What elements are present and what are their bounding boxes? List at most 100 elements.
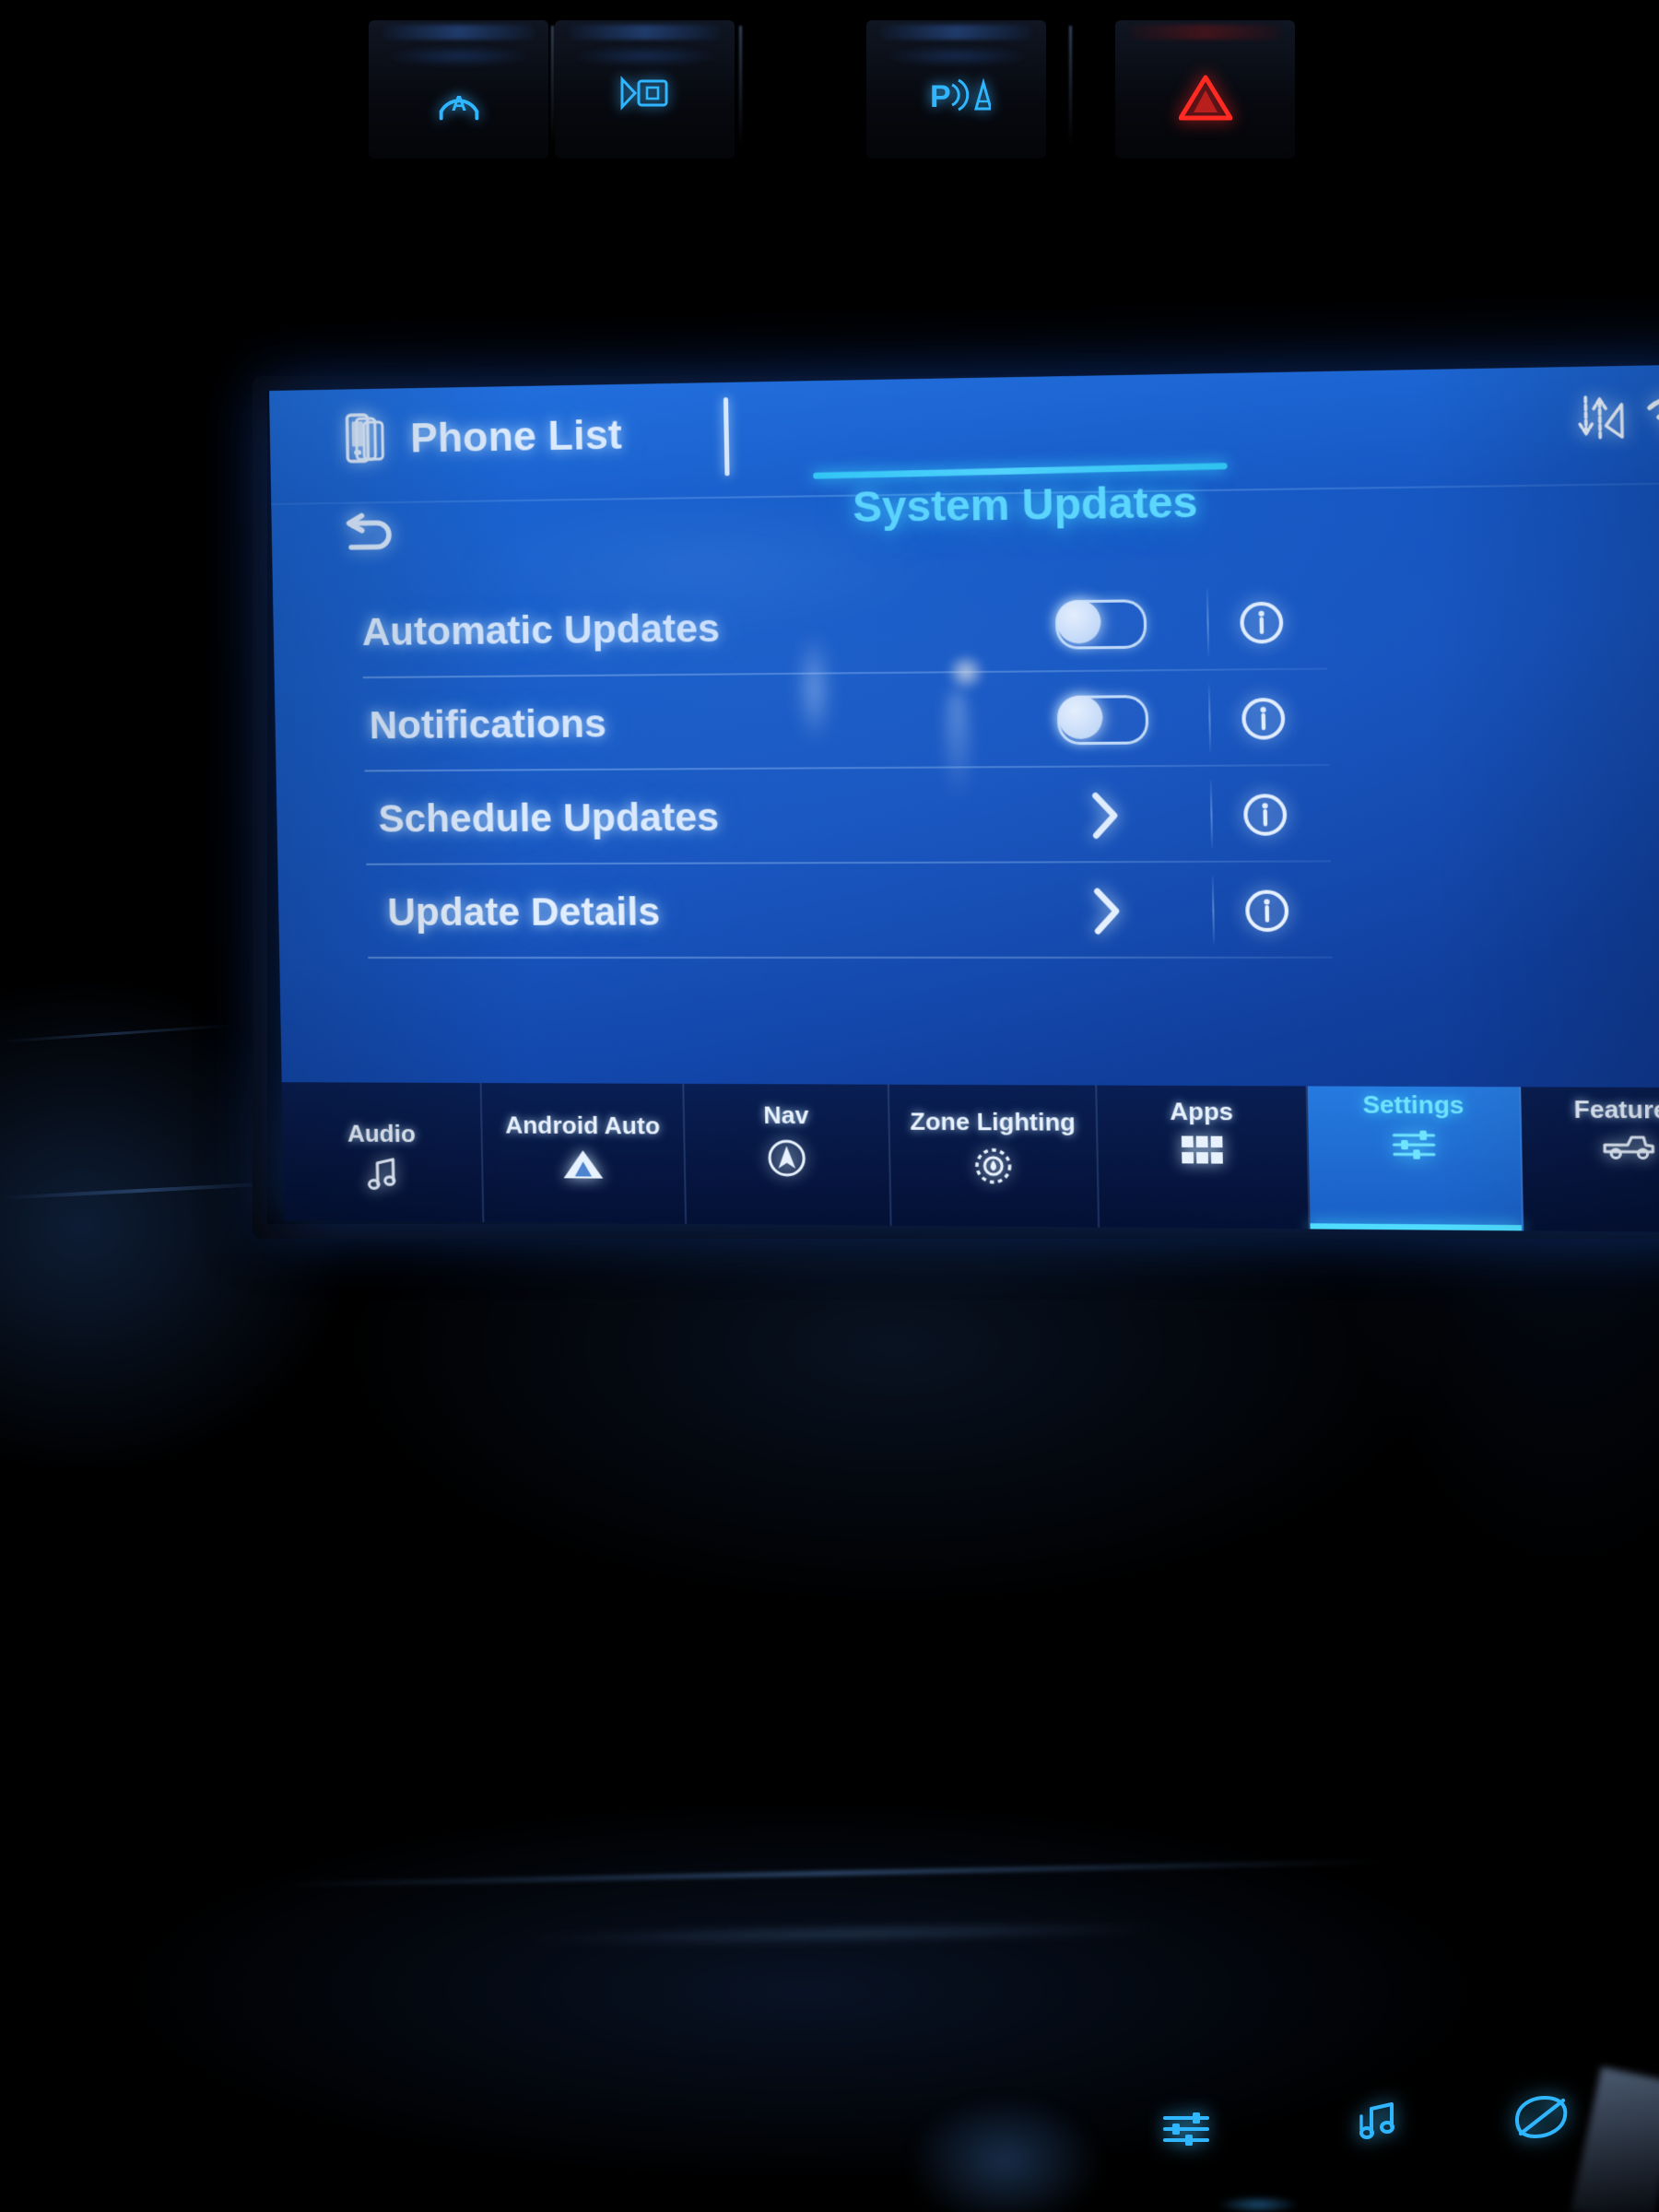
console-lower-glow — [1217, 2195, 1300, 2212]
list-item-schedule-updates[interactable]: Schedule Updates — [365, 766, 1331, 865]
toggle-track — [1056, 694, 1149, 745]
dash-trim-highlight — [0, 1182, 276, 1200]
page-title: System Updates — [852, 477, 1199, 532]
button-backlight — [880, 25, 1032, 40]
wifi-icon — [1645, 394, 1659, 439]
hazard-triangle-icon — [1178, 75, 1232, 121]
list-item-label: Update Details — [387, 888, 661, 934]
console-trim-bloom — [515, 1920, 1181, 1947]
update-details-info-button[interactable] — [1230, 887, 1305, 935]
button-backlight — [1129, 25, 1281, 40]
svg-text:P: P — [930, 79, 951, 114]
button-label-glow — [386, 46, 531, 66]
hazard-lights-button[interactable] — [1115, 20, 1295, 159]
tab-nav[interactable]: Nav — [684, 1083, 892, 1226]
list-item-label: Schedule Updates — [378, 794, 720, 841]
tab-settings[interactable]: Settings — [1307, 1086, 1524, 1231]
status-icons — [1575, 390, 1659, 444]
dash-button-strip: A P — [313, 20, 1336, 168]
apps-grid-icon — [1181, 1135, 1223, 1164]
android-auto-icon — [563, 1150, 604, 1179]
list-item-label: Notifications — [369, 700, 607, 747]
button-backlight — [569, 25, 721, 40]
navigation-icon — [766, 1137, 808, 1179]
tab-apps[interactable]: Apps — [1097, 1085, 1311, 1230]
column-divider — [1206, 588, 1210, 657]
toggle-track — [1054, 598, 1147, 650]
automatic-updates-info-button[interactable] — [1224, 598, 1300, 646]
button-divider — [551, 26, 554, 146]
header-title: Phone List — [409, 412, 623, 462]
park-assist-icon: P — [930, 77, 991, 114]
tab-audio[interactable]: Audio — [281, 1082, 485, 1223]
camera-360-icon — [620, 76, 667, 111]
media-source-button[interactable] — [1355, 2098, 1410, 2150]
data-transfer-icon — [1575, 391, 1626, 443]
toggle-knob — [1055, 599, 1101, 643]
header-app-shortcut[interactable]: Phone List — [343, 408, 622, 466]
camera-view-button[interactable] — [555, 20, 735, 159]
mute-button[interactable] — [1512, 2092, 1571, 2147]
cellular-signal-icon — [1606, 405, 1622, 438]
chevron-right-icon — [1088, 885, 1124, 936]
schedule-updates-open[interactable] — [1051, 789, 1159, 841]
bottom-tab-bar: Audio Android Auto Nav Zone Lighting App… — [281, 1082, 1659, 1233]
automatic-updates-toggle[interactable] — [1047, 598, 1155, 650]
list-item-automatic-updates[interactable]: Automatic Updates — [361, 573, 1327, 679]
music-note-icon — [363, 1156, 401, 1193]
tab-label: Android Auto — [504, 1111, 661, 1140]
dash-trim-highlight-2 — [0, 1024, 230, 1043]
zone-lighting-icon — [971, 1144, 1016, 1187]
equalizer-button[interactable] — [1161, 2109, 1215, 2154]
info-icon — [1239, 694, 1288, 742]
chevron-right-icon — [1087, 790, 1123, 841]
park-assist-button[interactable]: P — [866, 20, 1046, 159]
infotainment-head-unit: Phone List System Updates Automatic Upda… — [253, 364, 1659, 1239]
tab-label: Zone Lighting — [910, 1107, 1077, 1136]
music-note-icon — [1359, 2102, 1394, 2139]
notifications-info-button[interactable] — [1226, 694, 1301, 742]
infotainment-screen: Phone List System Updates Automatic Upda… — [269, 364, 1659, 1233]
sliders-icon — [1163, 2112, 1209, 2146]
tab-label: Settings — [1362, 1089, 1465, 1120]
tab-label: Apps — [1169, 1097, 1234, 1126]
auto-start-stop-button[interactable]: A — [369, 20, 548, 159]
back-arrow-icon — [339, 510, 397, 560]
info-icon — [1237, 598, 1287, 646]
column-divider — [1211, 876, 1216, 945]
console-knob-glow — [903, 2092, 1106, 2212]
tab-label: Features — [1573, 1094, 1659, 1124]
tab-features[interactable]: Features — [1521, 1087, 1659, 1232]
tab-label: Audio — [347, 1119, 417, 1148]
list-item-update-details[interactable]: Update Details — [366, 862, 1333, 959]
car-interior-photo: A P Phone List System Updates Automatic … — [0, 0, 1659, 2212]
pickup-truck-icon — [1602, 1133, 1656, 1162]
row-divider — [368, 956, 1333, 959]
phone-stack-icon — [343, 413, 386, 467]
svg-text:A: A — [451, 91, 466, 115]
schedule-updates-info-button[interactable] — [1228, 791, 1303, 839]
sliders-icon — [1391, 1127, 1437, 1162]
info-icon — [1241, 791, 1290, 839]
notifications-toggle[interactable] — [1049, 694, 1157, 745]
list-item-label: Automatic Updates — [361, 606, 721, 653]
column-divider — [1209, 780, 1214, 849]
settings-list: Automatic Updates Notifications Schedule… — [361, 573, 1333, 959]
button-label-glow — [572, 46, 717, 66]
auto-start-stop-icon: A — [439, 91, 478, 121]
toggle-knob — [1057, 694, 1103, 739]
console-trim-highlight — [276, 1859, 1382, 1888]
back-button[interactable] — [326, 498, 411, 572]
column-divider — [1207, 684, 1212, 753]
tab-zone-lighting[interactable]: Zone Lighting — [888, 1084, 1100, 1228]
info-icon — [1242, 887, 1292, 935]
button-divider — [739, 26, 742, 146]
tab-android-auto[interactable]: Android Auto — [481, 1083, 688, 1224]
button-label-glow — [884, 46, 1029, 66]
button-backlight — [382, 25, 535, 40]
tab-label: Nav — [762, 1100, 809, 1130]
mute-slash-icon — [1514, 2095, 1568, 2139]
list-item-notifications[interactable]: Notifications — [363, 670, 1329, 772]
update-details-open[interactable] — [1053, 885, 1160, 936]
console-button-row — [1143, 2092, 1659, 2203]
